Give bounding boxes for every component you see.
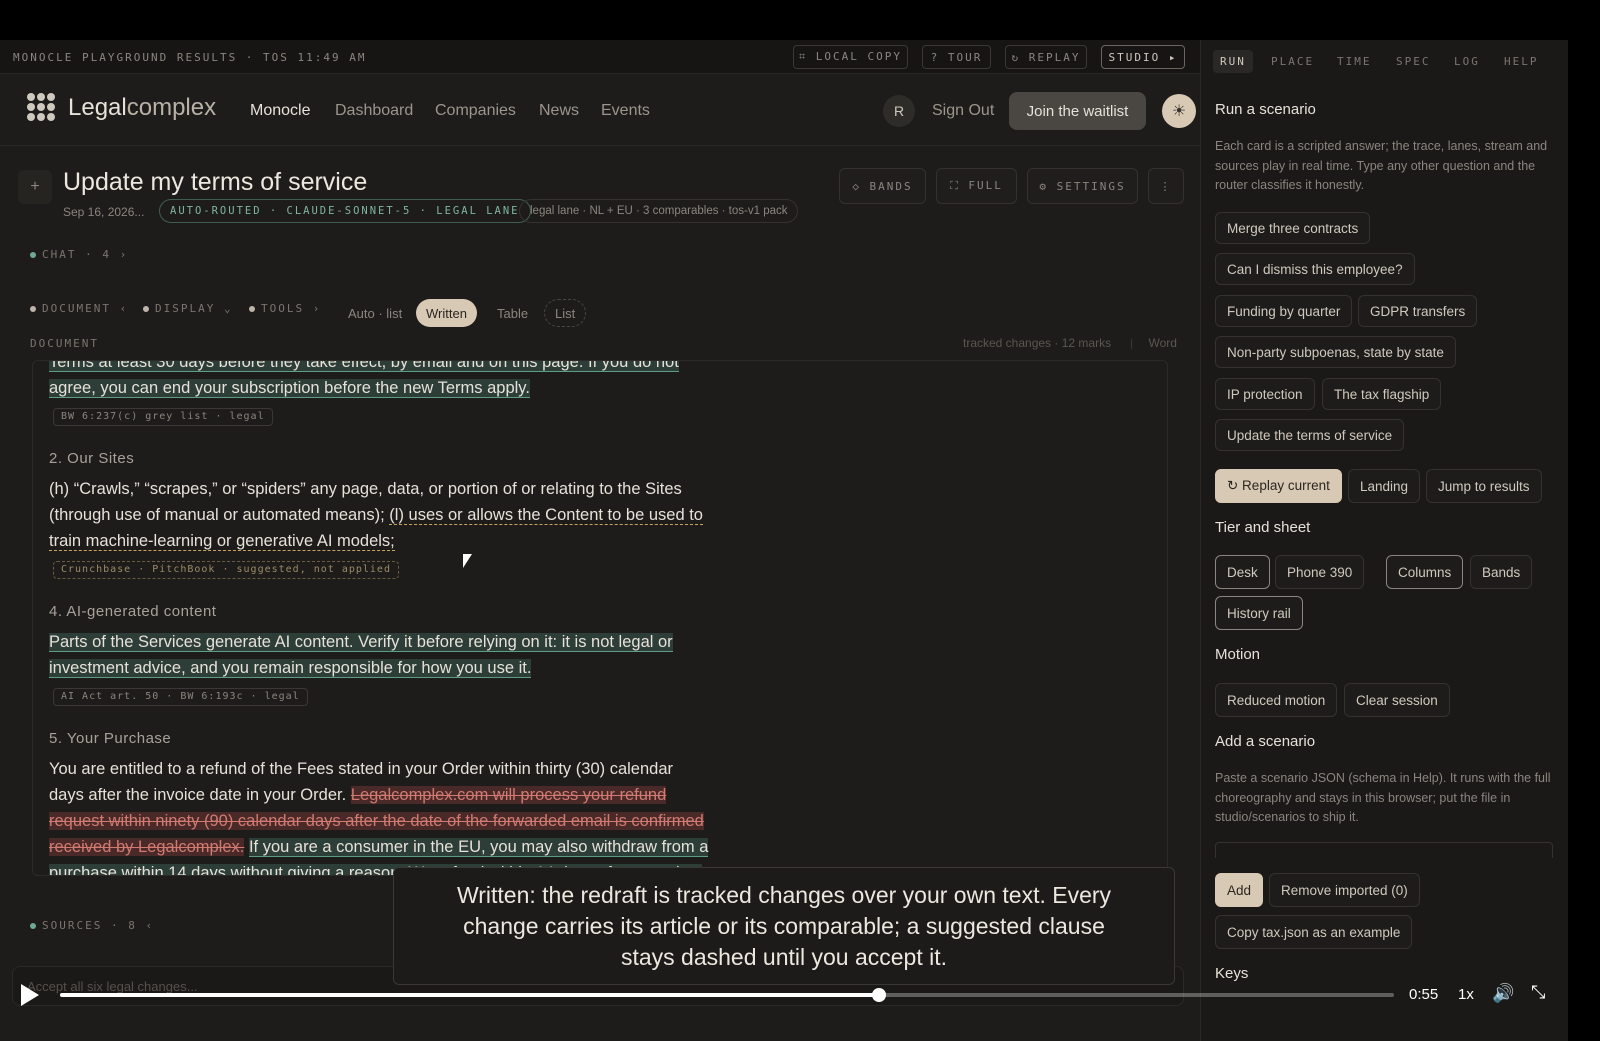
sheet-columns[interactable]: Columns [1386,555,1464,589]
tracked-changes-count: tracked changes · 12 marks [963,336,1112,350]
playback-time: 0:55 [1409,986,1439,1003]
tools-section-toggle[interactable]: TOOLS › [249,302,321,315]
nav-link-companies[interactable]: Companies [435,102,516,120]
chat-section-toggle[interactable]: CHAT · 4 › [30,248,128,261]
video-controls: 0:55 1x 🔊 ⤡ [0,970,1600,1020]
add-scenario-heading: Add a scenario [1215,733,1316,750]
citation-tag[interactable]: BW 6:237(c) grey list · legal [53,408,273,426]
logo-icon [27,93,55,121]
studio-button[interactable]: STUDIO ▸ [1101,45,1185,69]
inserted-text[interactable]: Terms at least 30 days before they take … [49,361,679,398]
full-button[interactable]: ⛶ FULL [936,168,1017,204]
sources-section-toggle[interactable]: SOURCES · 8 ‹ [30,919,154,932]
display-section-toggle[interactable]: DISPLAY ⌄ [143,302,233,315]
document-pane: Terms at least 30 days before they take … [32,360,1168,876]
speed-button[interactable]: 1x [1458,986,1474,1003]
nav-link-dashboard[interactable]: Dashboard [335,102,413,120]
landing-button[interactable]: Landing [1348,469,1421,503]
mode-written[interactable]: Written [416,299,477,327]
avatar[interactable]: R [883,95,915,127]
add-icon[interactable]: + [18,170,52,204]
replay-current-button[interactable]: ↻ Replay current [1215,469,1342,503]
seek-progress [60,993,880,997]
motion-heading: Motion [1215,646,1261,663]
scenario-panel: RUN PLACE TIME SPEC LOG HELP Run a scena… [1200,40,1568,1041]
copy-example-button[interactable]: Copy tax.json as an example [1215,915,1413,949]
nav-link-monocle[interactable]: Monocle [250,102,310,120]
tier-phone[interactable]: Phone 390 [1275,555,1365,589]
tutorial-caption: Written: the redraft is tracked changes … [393,867,1175,985]
nav-link-events[interactable]: Events [601,102,650,120]
top-navigation: Legalcomplex Monocle Dashboard Companies… [0,74,1224,146]
tab-time[interactable]: TIME [1337,55,1372,68]
suggestion-tag[interactable]: Crunchbase · PitchBook · suggested, not … [53,561,399,579]
nav-link-news[interactable]: News [539,102,579,120]
scenario-terms[interactable]: Update the terms of service [1215,419,1405,451]
inserted-text[interactable]: Parts of the Services generate AI conten… [49,633,673,678]
clear-session-button[interactable]: Clear session [1344,683,1450,717]
scenario-funding-quarter[interactable]: Funding by quarter [1215,295,1353,327]
tier-desk[interactable]: Desk [1215,555,1270,589]
tab-place[interactable]: PLACE [1271,55,1314,68]
scenario-dismiss-employee[interactable]: Can I dismiss this employee? [1215,253,1415,285]
bands-button[interactable]: ◇ BANDS [839,168,926,204]
seek-bar[interactable] [60,988,1394,1002]
mode-auto-list[interactable]: Auto · list [338,299,412,327]
document-body: Terms at least 30 days before they take … [49,361,709,875]
sign-out-link[interactable]: Sign Out [932,102,994,120]
jump-results-button[interactable]: Jump to results [1426,469,1542,503]
scenario-ip[interactable]: IP protection [1215,378,1315,410]
word-export-link[interactable]: | Word [1130,336,1177,350]
system-bar-label: MONOCLE PLAYGROUND RESULTS · TOS 11:49 A… [13,51,367,64]
section-heading: 2. Our Sites [49,450,135,467]
document-date: Sep 16, 2026... [63,205,145,219]
section-heading: 4. AI-generated content [49,603,217,620]
remove-imported-button[interactable]: Remove imported (0) [1269,873,1420,907]
sheet-history-rail[interactable]: History rail [1215,596,1303,630]
mode-table[interactable]: Table [487,299,538,327]
sheet-bands[interactable]: Bands [1470,555,1533,589]
exit-fullscreen-icon[interactable]: ⤡ [1531,982,1545,1003]
scenario-tax[interactable]: The tax flagship [1322,378,1442,410]
routing-badge: AUTO-ROUTED · CLAUDE-SONNET-5 · LEGAL LA… [159,199,531,223]
run-heading: Run a scenario [1215,101,1316,118]
theme-toggle-sun-icon[interactable]: ☀ [1162,94,1196,128]
mode-list[interactable]: List [544,299,587,327]
run-description: Each card is a scripted answer; the trac… [1215,139,1548,192]
scenario-merge-contracts[interactable]: Merge three contracts [1215,212,1371,244]
tab-help[interactable]: HELP [1504,55,1539,68]
document-section-toggle[interactable]: DOCUMENT ‹ [30,302,128,315]
document-header: + Update my terms of service Sep 16, 202… [0,146,1224,306]
scenario-gdpr[interactable]: GDPR transfers [1358,295,1478,327]
tier-heading: Tier and sheet [1215,519,1311,536]
mouse-cursor-icon [463,554,472,568]
document-label: DOCUMENT [30,337,99,350]
local-copy-button[interactable]: ⌗ LOCAL COPY [793,45,908,69]
seek-handle[interactable] [872,988,887,1002]
tab-log[interactable]: LOG [1454,55,1480,68]
letterbox-top [0,0,1600,40]
scenario-json-input[interactable] [1215,842,1553,858]
citation-tag[interactable]: AI Act art. 50 · BW 6:193c · legal [53,688,308,706]
reduced-motion-button[interactable]: Reduced motion [1215,683,1338,717]
volume-icon[interactable]: 🔊 [1492,983,1514,1004]
scenario-subpoenas[interactable]: Non-party subpoenas, state by state [1215,336,1456,368]
tab-run[interactable]: RUN [1213,50,1253,73]
section-heading: 5. Your Purchase [49,730,172,747]
settings-button[interactable]: ⚙ SETTINGS [1027,168,1138,204]
add-scenario-description: Paste a scenario JSON (schema in Help). … [1215,771,1551,824]
tab-spec[interactable]: SPEC [1396,55,1431,68]
meta-badge: legal lane · NL + EU · 3 comparables · t… [519,199,799,223]
more-icon[interactable]: ⋮ [1148,168,1184,204]
play-icon[interactable] [21,984,39,1006]
tour-button[interactable]: ? TOUR [922,45,991,69]
brand-logo[interactable]: Legalcomplex [68,94,216,122]
join-waitlist-button[interactable]: Join the waitlist [1009,92,1146,130]
page-title: Update my terms of service [63,168,368,196]
replay-button[interactable]: ↻ REPLAY [1005,45,1087,69]
system-bar: MONOCLE PLAYGROUND RESULTS · TOS 11:49 A… [0,40,1224,74]
add-button[interactable]: Add [1215,873,1264,907]
